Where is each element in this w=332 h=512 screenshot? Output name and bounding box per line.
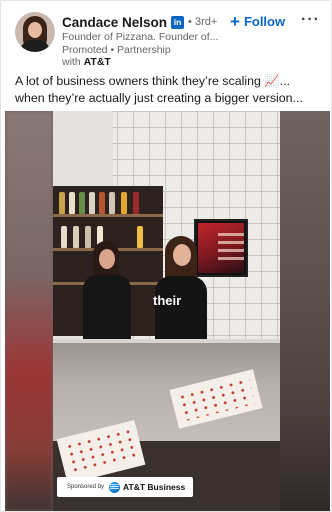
bottle (109, 192, 115, 214)
bottle (59, 192, 65, 214)
video-blur-left (5, 111, 53, 511)
caption-text: A lot of business owners think they’re s… (15, 74, 303, 105)
bottle (99, 192, 105, 214)
video-blur-right (280, 111, 330, 511)
author-name-row: Candace Nelson in • 3rd+ (62, 13, 217, 31)
avatar-face (28, 22, 42, 38)
tv-row (218, 233, 244, 236)
video-player[interactable]: their Sponsored by AT&T Business (5, 111, 330, 511)
person-face (173, 244, 191, 266)
connection-degree: • 3rd+ (188, 16, 218, 28)
partnership-row: with AT&T (62, 56, 111, 68)
bottle (61, 226, 67, 248)
bottle (137, 226, 143, 248)
sponsor-prefix: Sponsored by (67, 484, 105, 490)
partner-brand-link[interactable]: AT&T (84, 56, 111, 68)
bottle (79, 192, 85, 214)
video-frame (53, 111, 280, 511)
bottle (133, 192, 139, 214)
video-caption-word: their (153, 293, 182, 308)
att-globe-icon (109, 481, 121, 493)
plus-icon: + (230, 11, 240, 31)
more-options-icon[interactable]: ··· (301, 11, 320, 29)
promoted-label: Promoted • Partnership (62, 44, 171, 56)
with-prefix: with (62, 56, 81, 68)
tv-row (218, 241, 244, 244)
author-name[interactable]: Candace Nelson (62, 15, 167, 30)
sponsor-banner: Sponsored by AT&T Business (57, 477, 193, 497)
person-torso (155, 276, 207, 346)
shelf (53, 214, 163, 217)
bottle (69, 192, 75, 214)
person-torso (83, 275, 131, 345)
linkedin-icon: in (171, 15, 185, 29)
person-face (99, 249, 115, 269)
tv-row (218, 249, 244, 252)
author-headline: Founder of Pizzana. Founder of... (62, 31, 219, 43)
follow-button[interactable]: + Follow (230, 11, 286, 31)
post-card: Candace Nelson in • 3rd+ + Follow ··· Fo… (0, 0, 332, 512)
sponsor-brand: AT&T Business (123, 482, 186, 492)
avatar-body (20, 40, 50, 52)
bottle (89, 192, 95, 214)
post-header: Candace Nelson in • 3rd+ + Follow ··· Fo… (1, 1, 332, 69)
follow-label: Follow (243, 14, 286, 29)
bottle (121, 192, 127, 214)
author-avatar[interactable] (15, 12, 55, 52)
tv-row (218, 257, 244, 260)
